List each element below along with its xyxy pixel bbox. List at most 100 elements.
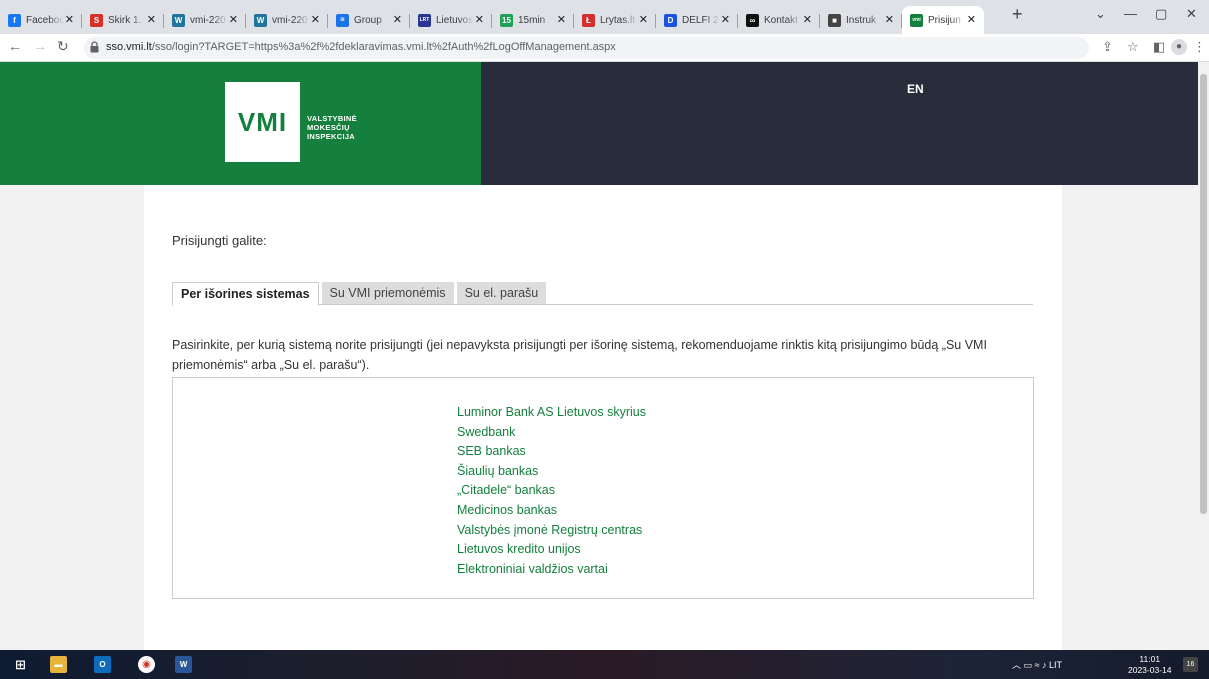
provider-link[interactable]: Valstybės įmonė Registrų centras [457, 521, 646, 541]
browser-tab[interactable]: ■ Instruk ✕ [820, 6, 902, 34]
browser-tab[interactable]: f Facebook✕ [0, 6, 82, 34]
logo-line-3: INSPEKCIJA [307, 132, 356, 141]
browser-tab[interactable]: 15 15min ✕ [492, 6, 574, 34]
input-language[interactable]: LIT [1049, 660, 1062, 670]
tab-external-systems[interactable]: Per išorines sistemas [172, 282, 319, 306]
page-intro: Prisijungti galite: [172, 233, 267, 248]
provider-list: Luminor Bank AS Lietuvos skyrius Swedbank… [457, 403, 646, 579]
close-tab-icon[interactable]: ✕ [311, 13, 320, 26]
browser-tab-strip: fFacebook✕SSkirk 1.✕Wvmi-220✕Wvmi-220✕ii… [0, 0, 1209, 34]
close-tab-icon[interactable]: ✕ [721, 13, 730, 26]
system-tray: ︿ ▭ ≈ ♪ LIT [1012, 658, 1062, 671]
facebook-icon: f [8, 13, 21, 27]
address-bar[interactable]: sso.vmi.lt/sso/login?TARGET=https%3a%2f%… [84, 37, 1089, 59]
browser-tab[interactable]: Wvmi-220 ✕ [164, 6, 246, 34]
browser-tab[interactable]: iii Group ✕ [328, 6, 410, 34]
logo-text: VALSTYBINĖ MOKESČIŲ INSPEKCIJA [307, 114, 357, 141]
url-text: sso.vmi.lt/sso/login?TARGET=https%3a%2f%… [106, 41, 616, 53]
tab-search-icon[interactable]: ⌄ [1095, 6, 1106, 22]
logo-line-1: VALSTYBINĖ [307, 114, 357, 123]
side-panel-icon[interactable]: ◧ [1153, 39, 1165, 55]
wordpress-icon: W [172, 13, 185, 27]
url-host: sso.vmi.lt [106, 41, 152, 53]
tab-e-signature[interactable]: Su el. parašu [456, 282, 547, 304]
tab-vmi-tools[interactable]: Su VMI priemonėmis [321, 282, 454, 304]
close-tab-icon[interactable]: ✕ [475, 13, 484, 26]
close-tab-icon[interactable]: ✕ [639, 13, 648, 26]
delfi-icon: D [664, 13, 677, 27]
forward-icon[interactable]: → [33, 38, 47, 54]
browser-tab-title: Kontakt [764, 14, 798, 26]
outlook-icon[interactable]: O [94, 656, 111, 673]
vmi-icon: vmi [910, 13, 923, 27]
browser-tab[interactable]: D DELFI 2 ✕ [656, 6, 738, 34]
browser-tab-title: vmi-220 [272, 14, 308, 26]
browser-tab[interactable]: S Skirk 1. ✕ [82, 6, 164, 34]
browser-tab[interactable]: Wvmi-220 ✕ [246, 6, 328, 34]
browser-tab-title: DELFI 2 [682, 14, 719, 26]
login-method-tabs: Per išorines sistemas Su VMI priemonėmis… [172, 282, 1033, 306]
browser-tab-title: vmi-220 [190, 14, 226, 26]
windows-taskbar: ⊞ ▬ O ◉ W ︿ ▭ ≈ ♪ LIT 11:01 2023-03-14 1… [0, 650, 1209, 679]
word-icon[interactable]: W [175, 656, 192, 673]
provider-box: Luminor Bank AS Lietuvos skyrius Swedbank… [172, 377, 1034, 599]
browser-tab-title: Group [354, 14, 382, 26]
notification-center-icon[interactable]: 16 [1183, 657, 1198, 672]
maximize-icon[interactable]: ▢ [1155, 6, 1167, 22]
profile-avatar[interactable]: ● [1171, 39, 1187, 55]
provider-link[interactable]: Swedbank [457, 423, 646, 443]
browser-tab[interactable]: Ł Lrytas.lt ✕ [574, 6, 656, 34]
provider-link[interactable]: Šiaulių bankas [457, 462, 646, 482]
close-tab-icon[interactable]: ✕ [65, 13, 74, 26]
close-tab-icon[interactable]: ✕ [885, 13, 894, 26]
close-window-icon[interactable]: ✕ [1186, 6, 1197, 22]
close-tab-icon[interactable]: ✕ [803, 13, 812, 26]
vmi-logo[interactable]: VMI [225, 82, 300, 162]
browser-tab[interactable]: vmi Prisijun ✕ [902, 6, 984, 34]
provider-link[interactable]: Luminor Bank AS Lietuvos skyrius [457, 403, 646, 423]
calendar-icon: iii [336, 13, 349, 27]
provider-link[interactable]: Lietuvos kredito unijos [457, 540, 646, 560]
instruk-icon: ■ [828, 13, 841, 27]
windows-start-icon[interactable]: ⊞ [12, 656, 29, 673]
scrollbar-thumb[interactable] [1200, 74, 1207, 514]
file-explorer-icon[interactable]: ▬ [50, 656, 67, 673]
tray-chevron-icon[interactable]: ︿ [1012, 660, 1021, 670]
browser-tabs: fFacebook✕SSkirk 1.✕Wvmi-220✕Wvmi-220✕ii… [0, 6, 984, 34]
menu-kebab-icon[interactable]: ⋮ [1193, 39, 1206, 55]
provider-link[interactable]: Elektroniniai valdžios vartai [457, 560, 646, 580]
language-switch[interactable]: EN [907, 82, 924, 96]
browser-tab-title: Lrytas.lt [600, 14, 636, 26]
provider-link[interactable]: SEB bankas [457, 442, 646, 462]
close-tab-icon[interactable]: ✕ [967, 13, 976, 26]
system-clock[interactable]: 11:01 2023-03-14 [1128, 654, 1171, 676]
header-dark-area: EN [481, 62, 1198, 185]
minimize-icon[interactable]: — [1124, 6, 1137, 21]
bookmark-star-icon[interactable]: ☆ [1127, 39, 1139, 55]
browser-tab[interactable]: LRT Lietuvos ✕ [410, 6, 492, 34]
close-tab-icon[interactable]: ✕ [557, 13, 566, 26]
notification-count: 16 [1186, 661, 1195, 668]
reload-icon[interactable]: ↻ [57, 38, 69, 55]
provider-link[interactable]: Medicinos bankas [457, 501, 646, 521]
new-tab-button[interactable]: + [1012, 4, 1023, 25]
kontakt-icon: ∞ [746, 13, 759, 27]
browser-tab[interactable]: ∞ Kontakt ✕ [738, 6, 820, 34]
provider-link[interactable]: „Citadele“ bankas [457, 481, 646, 501]
page-scrollbar[interactable] [1198, 62, 1209, 650]
share-icon[interactable]: ⇪ [1102, 39, 1113, 55]
volume-icon[interactable]: ♪ [1042, 660, 1047, 670]
browser-toolbar: ← → ↻ sso.vmi.lt/sso/login?TARGET=https%… [0, 34, 1209, 62]
close-tab-icon[interactable]: ✕ [229, 13, 238, 26]
battery-icon[interactable]: ▭ [1024, 660, 1033, 670]
back-icon[interactable]: ← [8, 38, 22, 54]
wifi-icon[interactable]: ≈ [1035, 660, 1040, 670]
lock-icon [90, 41, 99, 53]
15min-icon: 15 [500, 13, 513, 27]
browser-tab-title: Instruk [846, 14, 877, 26]
browser-tab-title: Facebook [26, 14, 64, 26]
skirk-icon: S [90, 13, 103, 27]
close-tab-icon[interactable]: ✕ [147, 13, 156, 26]
close-tab-icon[interactable]: ✕ [393, 13, 402, 26]
chrome-icon[interactable]: ◉ [138, 656, 155, 673]
